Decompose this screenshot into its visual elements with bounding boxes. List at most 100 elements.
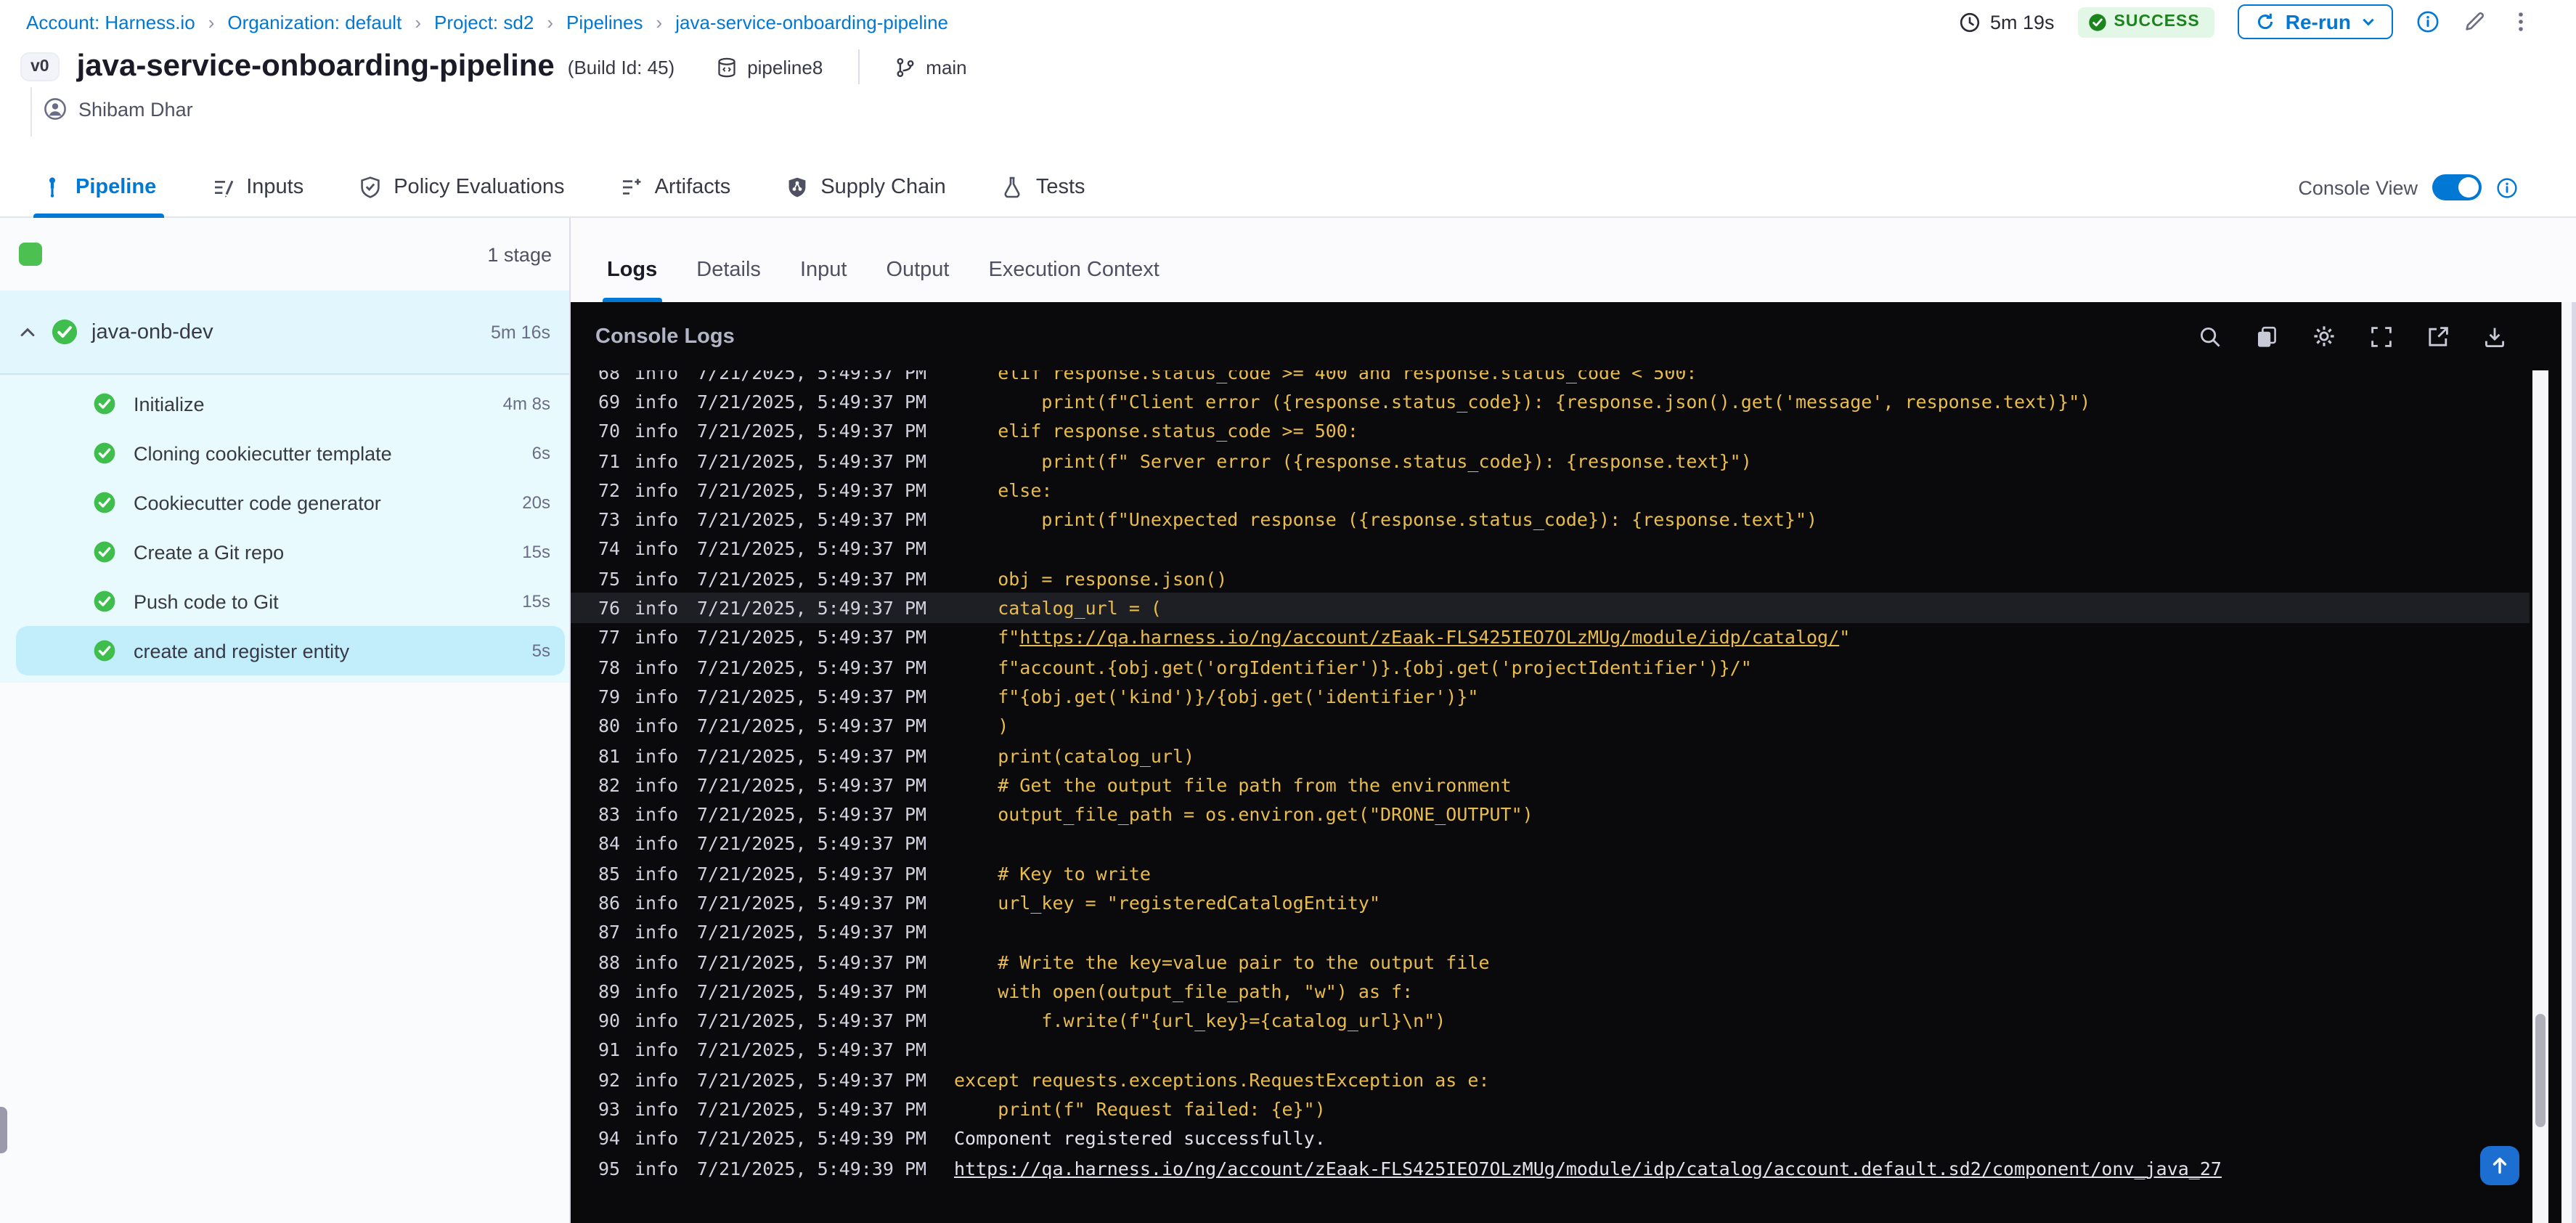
log-text: catalog_url = ( bbox=[954, 597, 1162, 619]
log-text: # Write the key=value pair to the output… bbox=[954, 951, 1490, 973]
log-timestamp: 7/21/2025, 5:49:37 PM bbox=[697, 715, 927, 737]
tab-inputs[interactable]: Inputs bbox=[211, 176, 303, 216]
git-branch-icon bbox=[894, 56, 916, 78]
log-level: info bbox=[635, 1009, 679, 1032]
breadcrumb-item[interactable]: Pipelines bbox=[566, 11, 643, 33]
log-message: # Write the key=value pair to the output… bbox=[954, 951, 1490, 973]
duration-text: 5m 19s bbox=[1989, 11, 2055, 33]
left-edge-scroll-handle[interactable] bbox=[0, 1107, 7, 1153]
chevron-up-icon[interactable] bbox=[17, 322, 38, 342]
log-line: 78 info 7/21/2025, 5:49:37 PM f"account.{o… bbox=[571, 652, 2530, 682]
console-view-toggle[interactable] bbox=[2432, 174, 2482, 200]
log-line-number: 69 bbox=[598, 390, 621, 413]
step-item[interactable]: Cookiecutter code generator 20s bbox=[16, 478, 565, 527]
log-viewport[interactable]: 68 info 7/21/2025, 5:49:37 PM elif respons… bbox=[571, 370, 2530, 1223]
log-line-number: 91 bbox=[598, 1039, 621, 1061]
search-icon[interactable] bbox=[2198, 325, 2222, 348]
fullscreen-icon[interactable] bbox=[2370, 325, 2393, 348]
kebab-menu-icon[interactable] bbox=[2509, 10, 2532, 33]
log-line: 75 info 7/21/2025, 5:49:37 PM obj = respon… bbox=[571, 564, 2530, 593]
pipeline-ref[interactable]: pipeline8 bbox=[715, 56, 823, 78]
log-line-number: 88 bbox=[598, 951, 621, 973]
tab-policy-evaluations[interactable]: Policy Evaluations bbox=[359, 176, 565, 216]
log-level: info bbox=[635, 479, 679, 501]
log-tab-bar: Logs Details Input Output Execution Context bbox=[571, 218, 2576, 302]
log-text: f"account.{obj.get('orgIdentifier')}.{ob… bbox=[954, 656, 1752, 678]
log-text: print(f"Unexpected response ({response.s… bbox=[954, 508, 1818, 531]
log-level: info bbox=[635, 744, 679, 766]
open-in-new-icon[interactable] bbox=[2426, 325, 2450, 348]
log-level: info bbox=[635, 450, 679, 472]
log-line-number: 95 bbox=[598, 1157, 621, 1179]
rerun-button[interactable]: Re-run bbox=[2237, 4, 2393, 39]
breadcrumb-item[interactable]: Organization: default bbox=[227, 11, 402, 33]
step-label: Push code to Git bbox=[134, 590, 279, 612]
step-item[interactable]: Push code to Git 15s bbox=[16, 577, 565, 626]
log-level: info bbox=[635, 1098, 679, 1121]
breadcrumb-item[interactable]: Account: Harness.io bbox=[26, 11, 195, 33]
log-message: # Get the output file path from the envi… bbox=[954, 774, 1511, 796]
content-area: 1 stage java-onb-dev 5m 16s Initialize 4m… bbox=[0, 218, 2576, 1223]
step-item[interactable]: Initialize 4m 8s bbox=[16, 379, 565, 428]
log-text: f"{obj.get('kind')}/{obj.get('identifier… bbox=[954, 685, 1479, 707]
log-link[interactable]: https://qa.harness.io/ng/account/zEaak-F… bbox=[1019, 627, 1839, 649]
log-line: 89 info 7/21/2025, 5:49:37 PM with open(ou… bbox=[571, 976, 2530, 1006]
log-link[interactable]: https://qa.harness.io/ng/account/zEaak-F… bbox=[954, 1157, 2222, 1179]
log-level: info bbox=[635, 951, 679, 973]
download-icon[interactable] bbox=[2483, 325, 2506, 348]
tab-supply-chain[interactable]: Supply Chain bbox=[786, 176, 946, 216]
step-item[interactable]: create and register entity 5s bbox=[16, 626, 565, 675]
status-text: SUCCESS bbox=[2114, 13, 2200, 31]
console-view-info-icon[interactable] bbox=[2496, 176, 2518, 198]
log-tab-input[interactable]: Input bbox=[800, 259, 847, 302]
stage-row[interactable]: java-onb-dev 5m 16s bbox=[0, 290, 569, 375]
info-icon[interactable] bbox=[2416, 10, 2440, 33]
log-timestamp: 7/21/2025, 5:49:37 PM bbox=[697, 744, 927, 766]
log-line-number: 71 bbox=[598, 450, 621, 472]
log-tab-execution-context[interactable]: Execution Context bbox=[989, 259, 1159, 302]
tab-pipeline[interactable]: Pipeline bbox=[33, 176, 163, 218]
step-item[interactable]: Create a Git repo 15s bbox=[16, 527, 565, 577]
log-line: 76 info 7/21/2025, 5:49:37 PM catalog_url … bbox=[571, 593, 2530, 623]
step-label: Cookiecutter code generator bbox=[134, 492, 381, 513]
console-header: Console Logs bbox=[571, 302, 2576, 370]
copy-icon[interactable] bbox=[2255, 325, 2278, 348]
log-line: 88 info 7/21/2025, 5:49:37 PM # Write the … bbox=[571, 947, 2530, 977]
log-line-number: 86 bbox=[598, 891, 621, 914]
log-timestamp: 7/21/2025, 5:49:37 PM bbox=[697, 450, 927, 472]
log-line: 82 info 7/21/2025, 5:49:37 PM # Get the ou… bbox=[571, 770, 2530, 800]
execution-sidebar: 1 stage java-onb-dev 5m 16s Initialize 4m… bbox=[0, 218, 571, 1223]
breadcrumb: Account: Harness.io › Organization: defaul… bbox=[26, 11, 948, 33]
tab-tests[interactable]: Tests bbox=[1001, 176, 1085, 216]
log-line-number: 89 bbox=[598, 980, 621, 1002]
log-message: except requests.exceptions.RequestExcept… bbox=[954, 1069, 1490, 1091]
log-level: info bbox=[635, 656, 679, 678]
inputs-icon bbox=[211, 176, 235, 199]
breadcrumb-item[interactable]: Project: sd2 bbox=[434, 11, 534, 33]
branch-chip[interactable]: main bbox=[894, 56, 967, 78]
settings-icon[interactable] bbox=[2312, 324, 2336, 349]
scroll-to-top-button[interactable] bbox=[2480, 1146, 2519, 1185]
console-scrollbar-thumb[interactable] bbox=[2535, 1014, 2546, 1127]
log-message: f.write(f"{url_key}={catalog_url}\n") bbox=[954, 1009, 1446, 1031]
breadcrumb-item[interactable]: java-service-onboarding-pipeline bbox=[675, 11, 948, 33]
console-scrollbar[interactable] bbox=[2532, 370, 2548, 1223]
log-line-number: 92 bbox=[598, 1068, 621, 1091]
log-message: with open(output_file_path, "w") as f: bbox=[954, 980, 1413, 1002]
log-level: info bbox=[635, 1157, 679, 1179]
edit-pencil-icon[interactable] bbox=[2463, 10, 2486, 33]
author-row: Shibam Dhar bbox=[44, 90, 2576, 128]
tab-artifacts[interactable]: Artifacts bbox=[620, 176, 730, 216]
log-line: 83 info 7/21/2025, 5:49:37 PM output_file_… bbox=[571, 800, 2530, 829]
stage-count: 1 stage bbox=[487, 243, 552, 265]
title-connector-line bbox=[30, 87, 32, 137]
log-text: Component registered successfully. bbox=[954, 1127, 1326, 1150]
log-tab-details[interactable]: Details bbox=[696, 259, 761, 302]
log-tab-logs[interactable]: Logs bbox=[603, 259, 661, 302]
policy-icon bbox=[359, 176, 382, 199]
step-success-icon bbox=[93, 540, 116, 564]
log-message: f"https://qa.harness.io/ng/account/zEaak… bbox=[954, 627, 1850, 649]
console-toolbar bbox=[2198, 324, 2506, 349]
log-tab-output[interactable]: Output bbox=[886, 259, 949, 302]
step-item[interactable]: Cloning cookiecutter template 6s bbox=[16, 428, 565, 478]
